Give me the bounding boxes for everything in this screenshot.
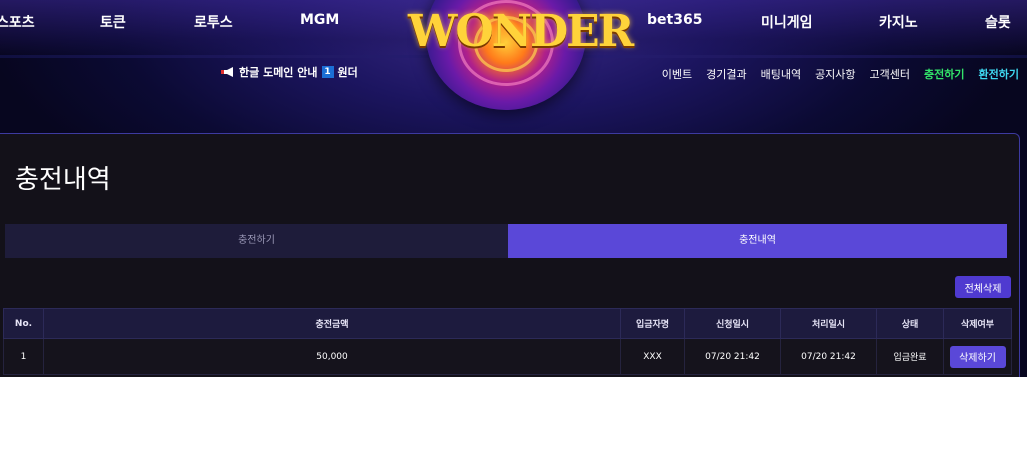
nav-slot[interactable]: 슬롯: [985, 12, 1011, 32]
header-status: 상태: [876, 308, 944, 339]
nav-mgm[interactable]: MGM: [300, 12, 339, 28]
header-delete: 삭제여부: [943, 308, 1012, 339]
cell-action: 삭제하기: [943, 338, 1012, 375]
header-no: No.: [3, 308, 44, 339]
subnav-support[interactable]: 고객센터: [870, 66, 910, 82]
cell-status: 입금완료: [876, 338, 944, 375]
cell-depositor: XXX: [620, 338, 685, 375]
subnav-bet-history[interactable]: 배팅내역: [761, 66, 801, 82]
header-requested: 신청일시: [684, 308, 781, 339]
content-panel: 충전내역 충전하기 충전내역 전체삭제 No. 충전금액 입금자명 신청일시 처…: [0, 133, 1020, 377]
megaphone-icon: [221, 67, 233, 77]
subnav-event[interactable]: 이벤트: [662, 66, 692, 82]
app-root: 스포츠 토큰 로투스 MGM bet365 미니게임 카지노 슬롯 WONDER…: [0, 0, 1027, 377]
delete-all-button[interactable]: 전체삭제: [955, 276, 1011, 298]
notice-text: 한글 도메인 안내: [239, 66, 318, 79]
nav-lotus[interactable]: 로투스: [194, 12, 233, 32]
site-logo[interactable]: WONDER: [408, 0, 634, 110]
cell-amount: 50,000: [43, 338, 621, 375]
subnav-charge[interactable]: 충전하기: [924, 66, 964, 82]
sub-nav: 이벤트 경기결과 배팅내역 공지사항 고객센터 충전하기 환전하기: [662, 66, 1019, 82]
tab-charge[interactable]: 충전하기: [5, 224, 508, 258]
nav-casino[interactable]: 카지노: [879, 12, 918, 32]
nav-bet365[interactable]: bet365: [647, 12, 702, 28]
subnav-results[interactable]: 경기결과: [706, 66, 746, 82]
subnav-notices[interactable]: 공지사항: [815, 66, 855, 82]
notice-badge: 1: [321, 66, 334, 78]
notice-text-continued: 원더: [337, 66, 358, 79]
logo-wordmark: WONDER: [408, 6, 634, 57]
header-amount: 충전금액: [43, 308, 621, 339]
tab-charge-history[interactable]: 충전내역: [508, 224, 1007, 258]
header-depositor: 입금자명: [620, 308, 685, 339]
cell-processed: 07/20 21:42: [780, 338, 877, 375]
nav-sports[interactable]: 스포츠: [0, 12, 35, 32]
table-header-row: No. 충전금액 입금자명 신청일시 처리일시 상태 삭제여부: [3, 308, 1012, 339]
cell-requested: 07/20 21:42: [684, 338, 781, 375]
charge-history-table: No. 충전금액 입금자명 신청일시 처리일시 상태 삭제여부 1 50,000…: [3, 308, 1012, 375]
header-processed: 처리일시: [780, 308, 877, 339]
nav-minigame[interactable]: 미니게임: [761, 12, 813, 32]
subnav-withdraw[interactable]: 환전하기: [979, 66, 1019, 82]
page-title: 충전내역: [15, 165, 111, 195]
table-row: 1 50,000 XXX 07/20 21:42 07/20 21:42 입금완…: [3, 338, 1012, 375]
delete-row-button[interactable]: 삭제하기: [949, 345, 1006, 368]
notice-ticker: 한글 도메인 안내 1 원더: [221, 64, 369, 80]
nav-token[interactable]: 토큰: [100, 12, 126, 32]
tab-bar: 충전하기 충전내역: [5, 224, 1007, 258]
cell-no: 1: [3, 338, 44, 375]
